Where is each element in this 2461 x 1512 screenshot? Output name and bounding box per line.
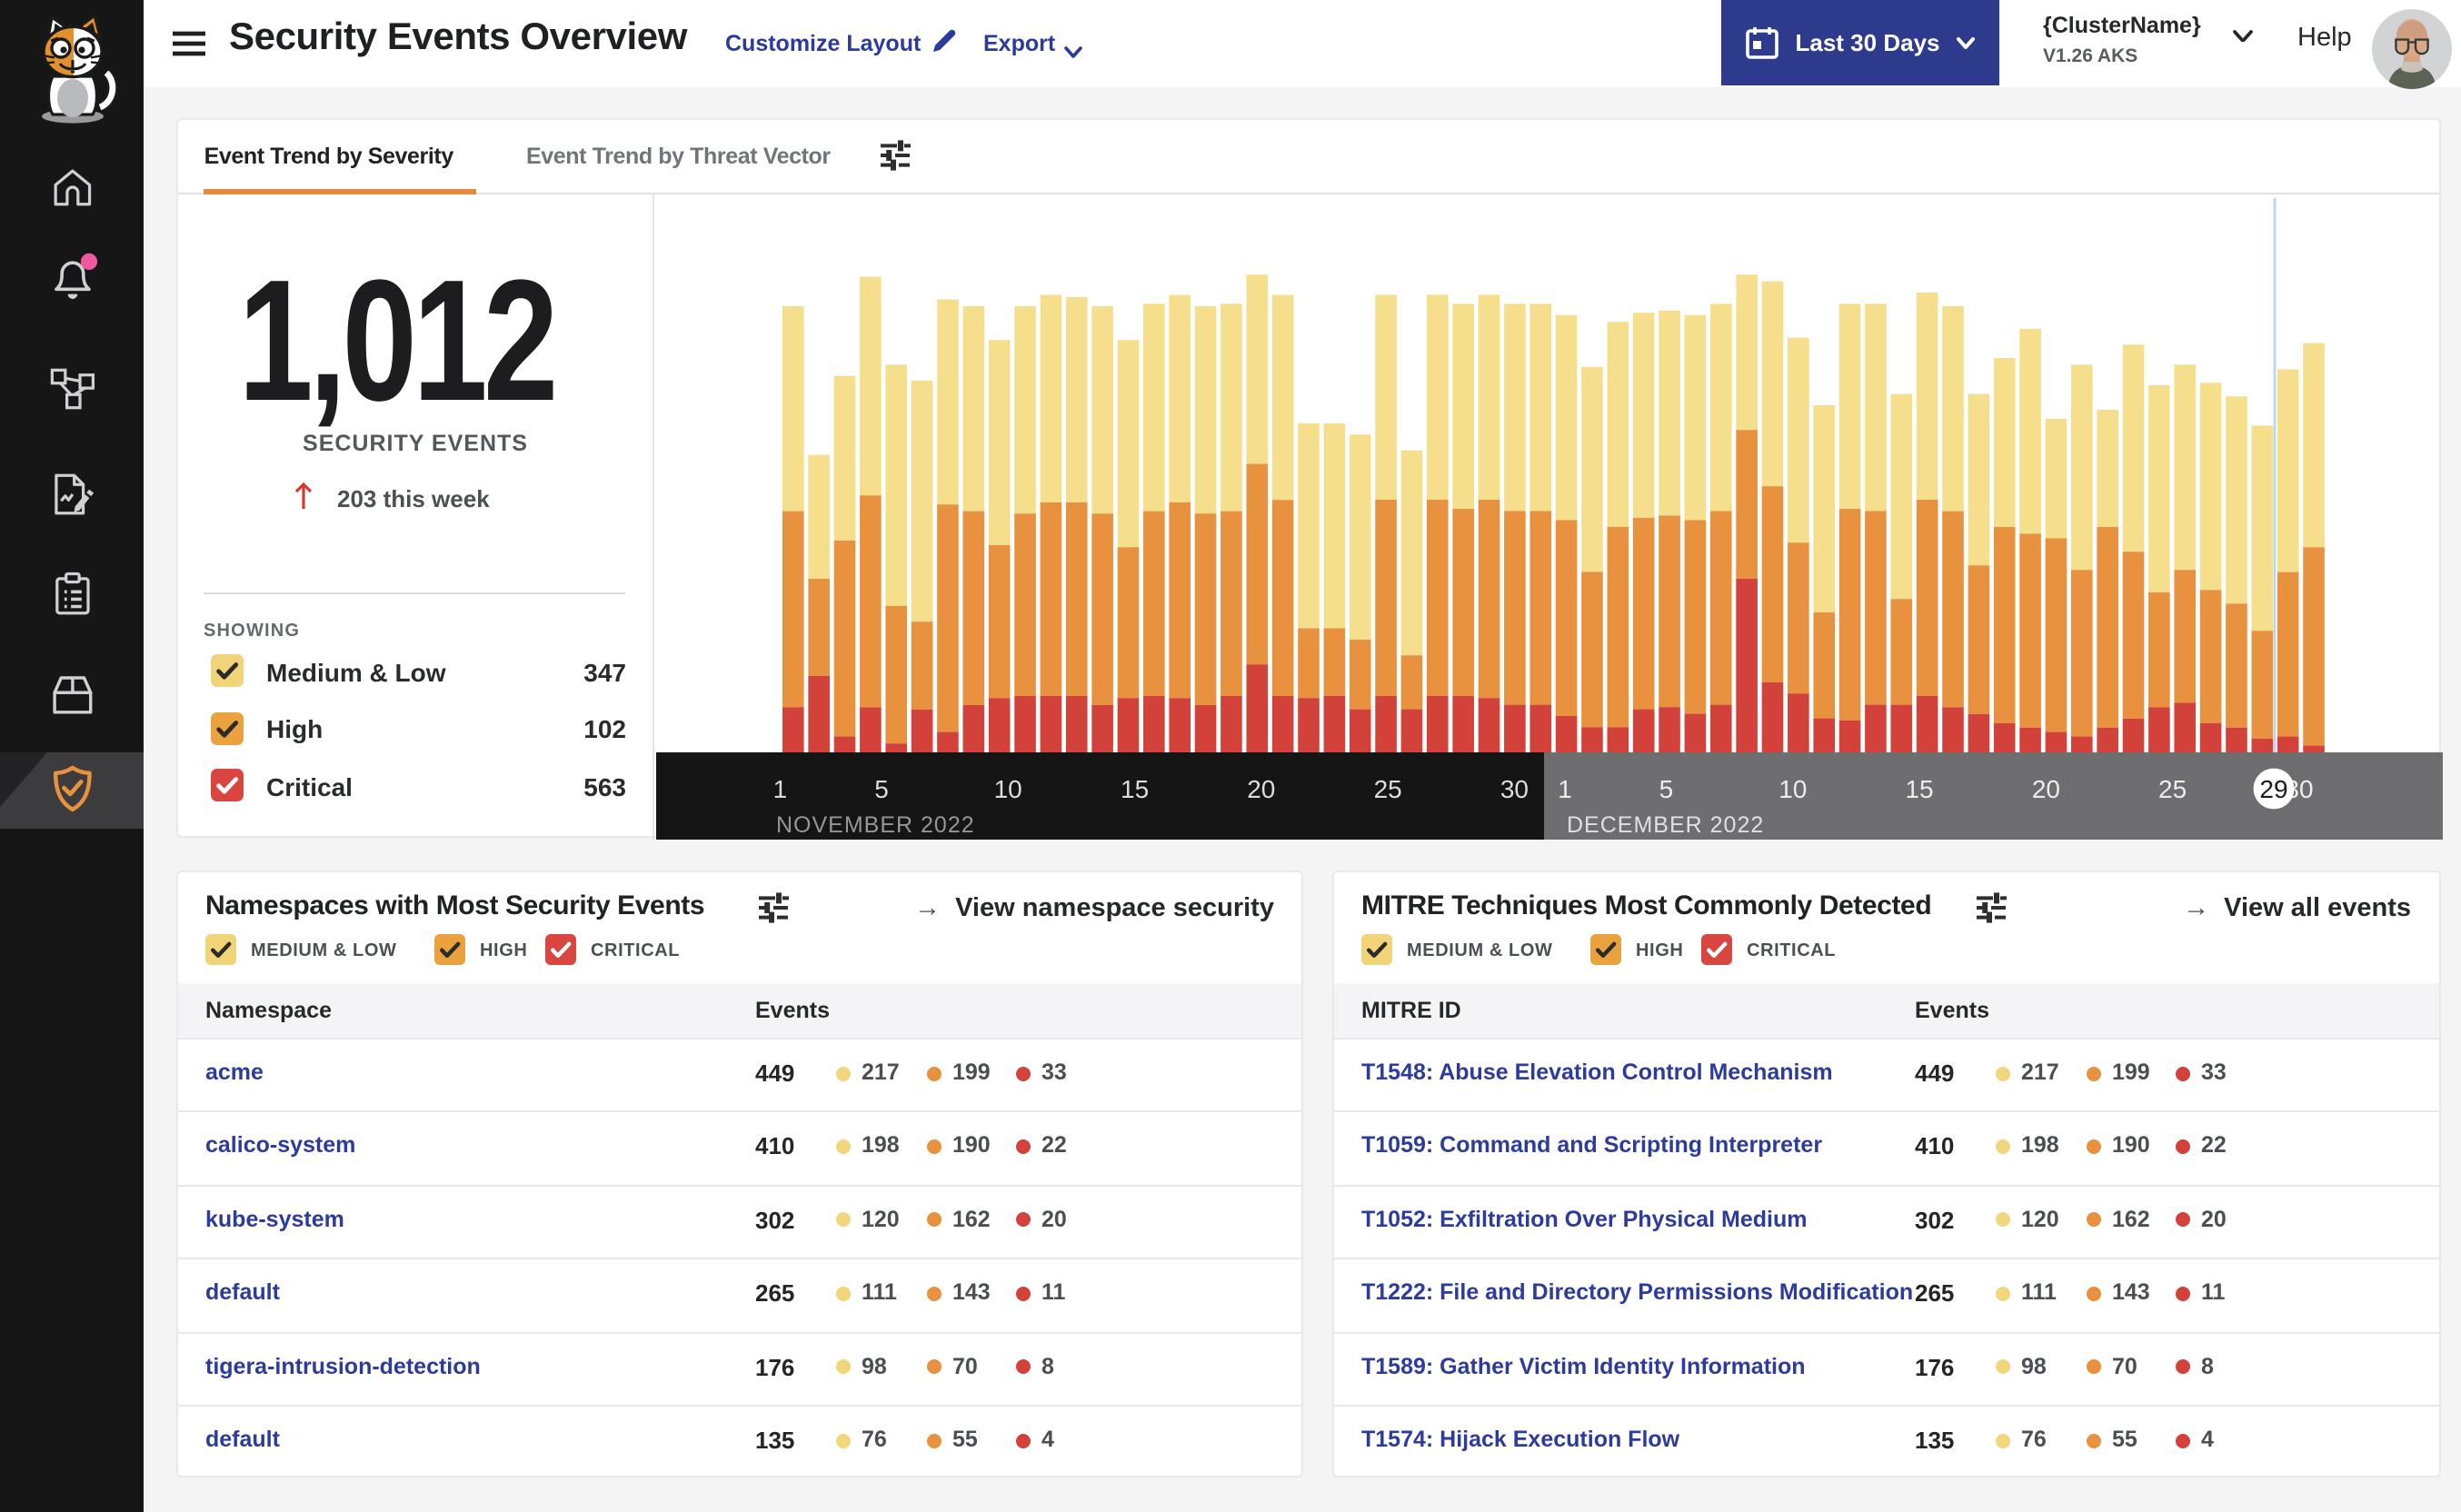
svg-text:5: 5: [873, 774, 888, 802]
svg-text:5: 5: [1659, 774, 1673, 802]
svg-text:30: 30: [1500, 774, 1528, 802]
svg-text:DECEMBER 2022: DECEMBER 2022: [1566, 811, 1763, 837]
svg-text:20: 20: [2031, 774, 2059, 802]
svg-text:1: 1: [1557, 774, 1571, 802]
svg-text:1: 1: [772, 774, 787, 802]
svg-text:29: 29: [2258, 774, 2287, 802]
svg-text:25: 25: [1373, 774, 1401, 802]
svg-text:20: 20: [1246, 774, 1274, 802]
svg-text:15: 15: [1120, 774, 1148, 802]
svg-text:10: 10: [993, 774, 1021, 802]
svg-text:NOVEMBER 2022: NOVEMBER 2022: [775, 811, 974, 837]
svg-text:15: 15: [1904, 774, 1932, 802]
svg-text:10: 10: [1778, 774, 1806, 802]
svg-text:25: 25: [2157, 774, 2186, 802]
